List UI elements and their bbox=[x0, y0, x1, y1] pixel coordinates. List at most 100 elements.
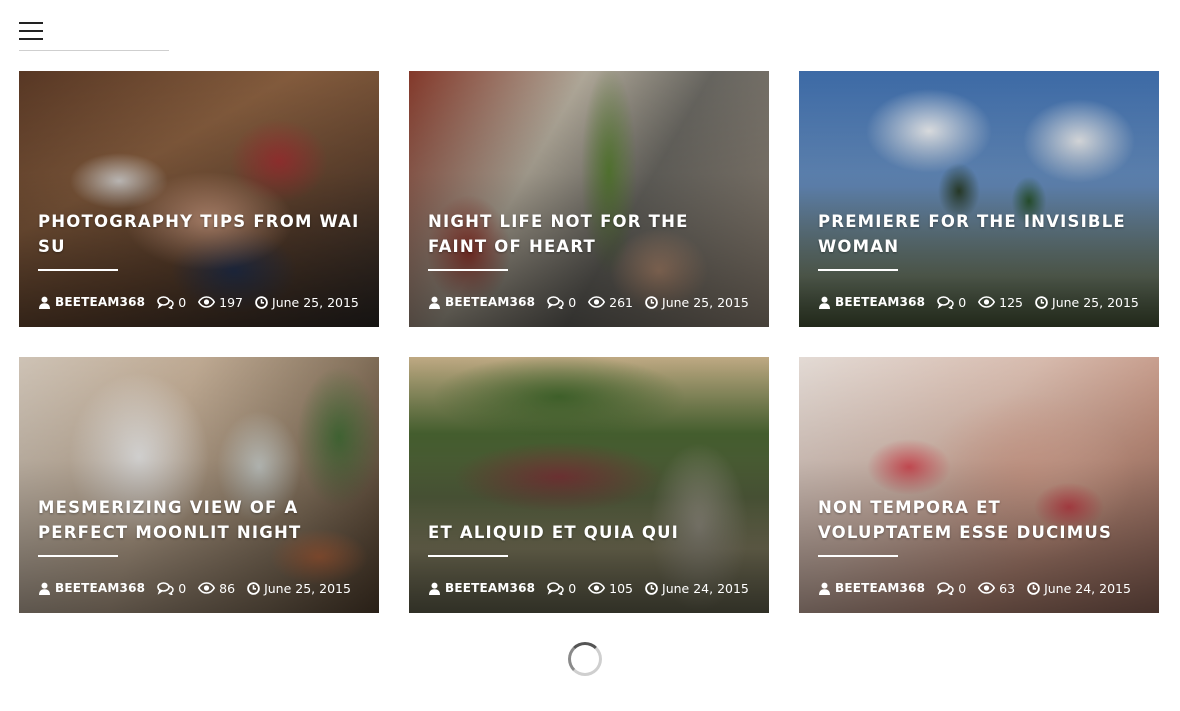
author-name: BEETEAM368 bbox=[835, 295, 926, 309]
title-underline bbox=[38, 269, 118, 271]
author-name: BEETEAM368 bbox=[55, 295, 146, 309]
post-card[interactable]: Night Life Not for the Faint of Heart BE… bbox=[409, 71, 769, 327]
clock-icon bbox=[1027, 581, 1040, 595]
post-meta: BEETEAM368 0 261 June 25, 2015 bbox=[428, 294, 750, 310]
eye-icon bbox=[588, 582, 606, 594]
comments-icon bbox=[157, 581, 174, 595]
date-text: June 25, 2015 bbox=[1052, 294, 1139, 310]
post-date[interactable]: June 25, 2015 bbox=[247, 581, 351, 596]
post-card-content: Photography Tips From Wai Su BEETEAM368 … bbox=[38, 185, 360, 327]
post-author[interactable]: BEETEAM368 bbox=[428, 295, 535, 309]
post-author[interactable]: BEETEAM368 bbox=[38, 581, 145, 595]
post-comments[interactable]: 0 bbox=[547, 295, 576, 310]
post-title[interactable]: Non tempora et voluptatem esse ducimus bbox=[818, 495, 1140, 545]
hamburger-menu-icon[interactable] bbox=[19, 22, 43, 40]
post-card-content: Et aliquid et quia qui BEETEAM368 0 105 bbox=[428, 471, 750, 613]
post-date[interactable]: June 25, 2015 bbox=[645, 295, 749, 310]
post-views: 125 bbox=[978, 295, 1023, 310]
date-text: June 25, 2015 bbox=[662, 294, 749, 310]
post-card-content: Non tempora et voluptatem esse ducimus B… bbox=[818, 471, 1140, 613]
date-text: June 25, 2015 bbox=[272, 294, 359, 310]
post-author[interactable]: BEETEAM368 bbox=[818, 295, 925, 309]
user-icon bbox=[39, 296, 50, 309]
eye-icon bbox=[588, 296, 606, 308]
post-views: 261 bbox=[588, 295, 633, 310]
post-date[interactable]: June 24, 2015 bbox=[1027, 581, 1131, 596]
eye-icon bbox=[198, 582, 216, 594]
post-date[interactable]: June 24, 2015 bbox=[645, 581, 749, 596]
hamburger-line bbox=[19, 38, 43, 40]
comments-count: 0 bbox=[178, 580, 187, 596]
post-meta: BEETEAM368 0 105 June 24, 2015 bbox=[428, 580, 750, 596]
post-title[interactable]: Et aliquid et quia qui bbox=[428, 520, 750, 545]
post-author[interactable]: BEETEAM368 bbox=[38, 295, 145, 309]
title-underline bbox=[818, 269, 898, 271]
post-card[interactable]: Mesmerizing View of a Perfect Moonlit Ni… bbox=[19, 357, 379, 613]
post-card-content: Premiere for The Invisible Woman BEETEAM… bbox=[818, 185, 1140, 327]
post-title[interactable]: Photography Tips From Wai Su bbox=[38, 209, 360, 259]
post-meta: BEETEAM368 0 86 June 25, 2015 bbox=[38, 580, 360, 596]
post-meta: BEETEAM368 0 63 June 24, 2015 bbox=[818, 580, 1140, 596]
user-icon bbox=[429, 296, 440, 309]
user-icon bbox=[39, 582, 50, 595]
post-title[interactable]: Night Life Not for the Faint of Heart bbox=[428, 209, 750, 259]
clock-icon bbox=[255, 295, 268, 309]
author-name: BEETEAM368 bbox=[835, 581, 926, 595]
post-date[interactable]: June 25, 2015 bbox=[255, 295, 359, 310]
user-icon bbox=[819, 582, 830, 595]
hamburger-line bbox=[19, 22, 43, 24]
views-count: 105 bbox=[609, 580, 634, 596]
post-views: 86 bbox=[198, 581, 235, 596]
eye-icon bbox=[978, 582, 996, 594]
post-views: 105 bbox=[588, 581, 633, 596]
title-underline bbox=[428, 269, 508, 271]
top-navigation-bar bbox=[19, 22, 169, 51]
title-underline bbox=[428, 555, 508, 557]
post-card[interactable]: Et aliquid et quia qui BEETEAM368 0 105 bbox=[409, 357, 769, 613]
post-card[interactable]: Non tempora et voluptatem esse ducimus B… bbox=[799, 357, 1159, 613]
post-comments[interactable]: 0 bbox=[157, 581, 186, 596]
comments-icon bbox=[937, 295, 954, 309]
clock-icon bbox=[645, 581, 658, 595]
post-title[interactable]: Mesmerizing View of a Perfect Moonlit Ni… bbox=[38, 495, 360, 545]
views-count: 197 bbox=[219, 294, 244, 310]
clock-icon bbox=[1035, 295, 1048, 309]
post-card-content: Night Life Not for the Faint of Heart BE… bbox=[428, 185, 750, 327]
comments-icon bbox=[937, 581, 954, 595]
post-comments[interactable]: 0 bbox=[547, 581, 576, 596]
eye-icon bbox=[978, 296, 996, 308]
post-title[interactable]: Premiere for The Invisible Woman bbox=[818, 209, 1140, 259]
date-text: June 24, 2015 bbox=[1044, 580, 1131, 596]
post-views: 63 bbox=[978, 581, 1015, 596]
title-underline bbox=[818, 555, 898, 557]
loading-spinner-icon bbox=[568, 642, 602, 676]
author-name: BEETEAM368 bbox=[445, 581, 536, 595]
clock-icon bbox=[247, 581, 260, 595]
post-comments[interactable]: 0 bbox=[937, 295, 966, 310]
title-underline bbox=[38, 555, 118, 557]
date-text: June 25, 2015 bbox=[264, 580, 351, 596]
post-meta: BEETEAM368 0 125 June 25, 2015 bbox=[818, 294, 1140, 310]
views-count: 125 bbox=[999, 294, 1024, 310]
post-date[interactable]: June 25, 2015 bbox=[1035, 295, 1139, 310]
author-name: BEETEAM368 bbox=[55, 581, 146, 595]
user-icon bbox=[819, 296, 830, 309]
comments-count: 0 bbox=[958, 580, 967, 596]
post-author[interactable]: BEETEAM368 bbox=[818, 581, 925, 595]
hamburger-line bbox=[19, 30, 43, 32]
comments-icon bbox=[547, 295, 564, 309]
post-card[interactable]: Photography Tips From Wai Su BEETEAM368 … bbox=[19, 71, 379, 327]
clock-icon bbox=[645, 295, 658, 309]
views-count: 86 bbox=[219, 580, 236, 596]
post-comments[interactable]: 0 bbox=[157, 295, 186, 310]
views-count: 63 bbox=[999, 580, 1016, 596]
post-author[interactable]: BEETEAM368 bbox=[428, 581, 535, 595]
user-icon bbox=[429, 582, 440, 595]
comments-count: 0 bbox=[568, 580, 577, 596]
post-card[interactable]: Premiere for The Invisible Woman BEETEAM… bbox=[799, 71, 1159, 327]
post-meta: BEETEAM368 0 197 June 25, 2015 bbox=[38, 294, 360, 310]
post-comments[interactable]: 0 bbox=[937, 581, 966, 596]
comments-count: 0 bbox=[568, 294, 577, 310]
post-card-content: Mesmerizing View of a Perfect Moonlit Ni… bbox=[38, 471, 360, 613]
comments-icon bbox=[547, 581, 564, 595]
